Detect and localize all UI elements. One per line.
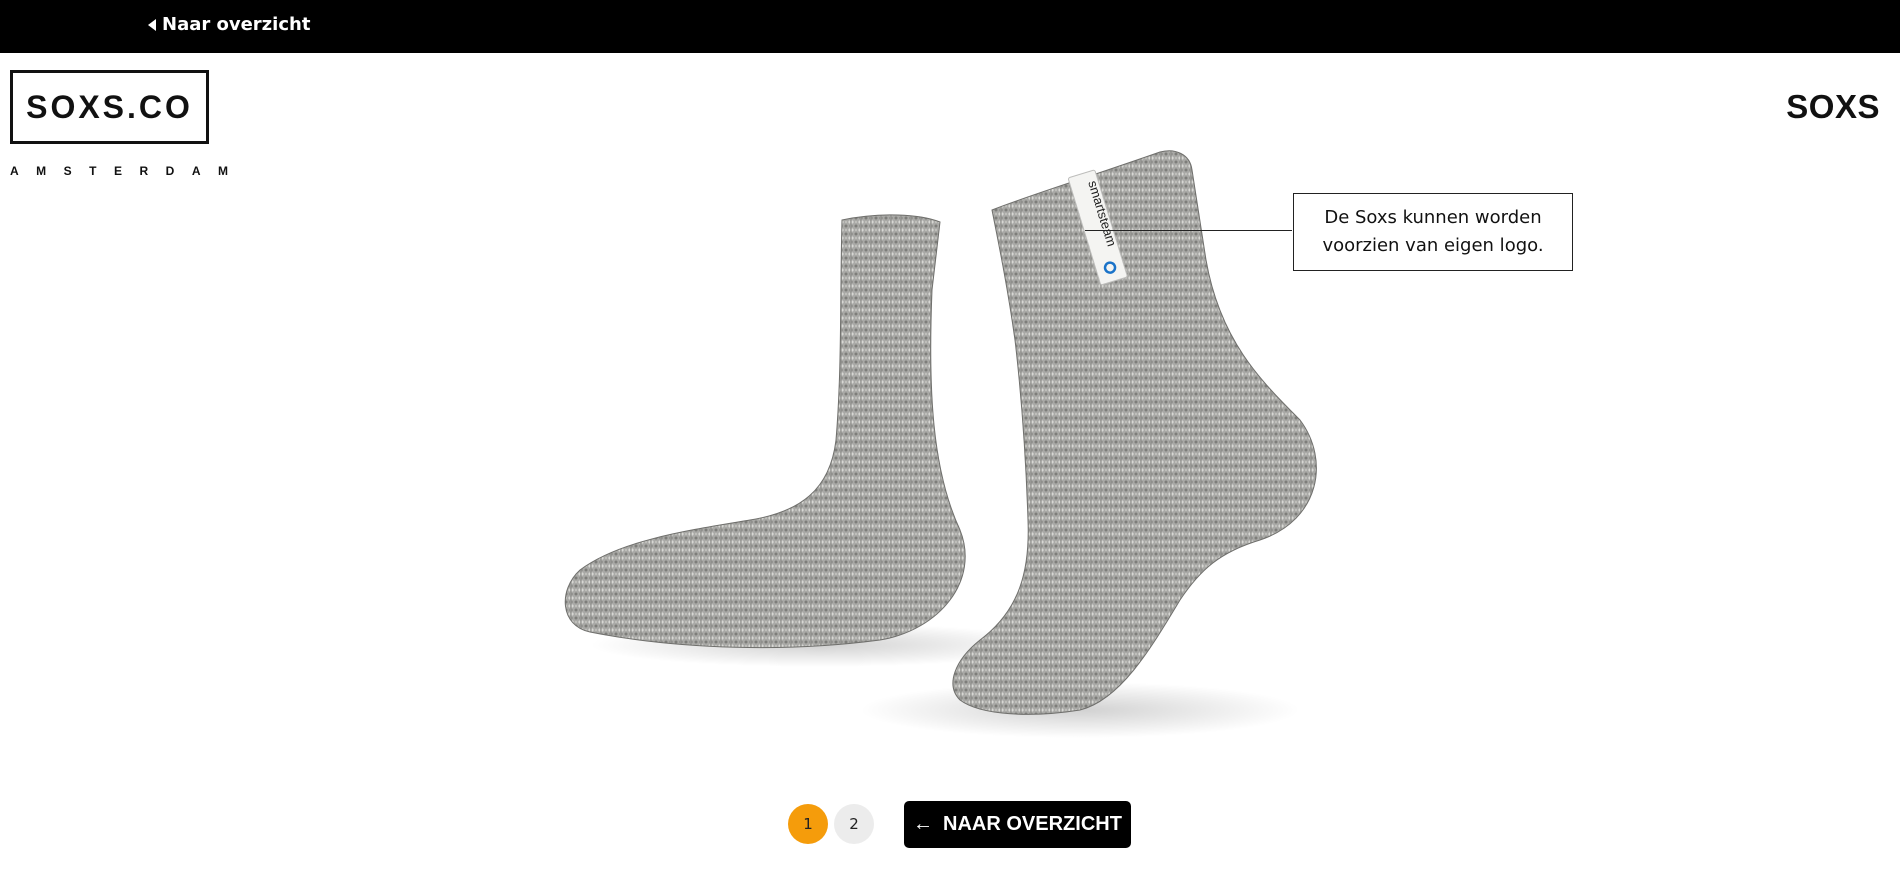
logo-city: AMSTERDAM bbox=[10, 164, 246, 178]
callout-line bbox=[1085, 230, 1292, 231]
logo-callout: De Soxs kunnen worden voorzien van eigen… bbox=[1293, 193, 1573, 271]
socks-illustration: smartsteam bbox=[564, 150, 1317, 738]
back-to-overview-label: NAAR OVERZICHT bbox=[943, 813, 1122, 835]
back-to-overview-button[interactable]: ← NAAR OVERZICHT bbox=[904, 801, 1131, 848]
back-link[interactable]: Naar overzicht bbox=[148, 14, 310, 35]
arrow-left-icon: ← bbox=[913, 813, 934, 835]
page-1-button[interactable]: 1 bbox=[788, 804, 828, 844]
top-bar: Naar overzicht bbox=[0, 0, 1900, 53]
pagination: 1 2 bbox=[788, 804, 874, 844]
back-link-label: Naar overzicht bbox=[162, 14, 311, 35]
product-image: smartsteam bbox=[560, 140, 1400, 760]
logo[interactable]: SOXS.CO AMSTERDAM bbox=[10, 70, 246, 178]
logo-wordmark: SOXS.CO bbox=[10, 70, 209, 144]
caret-left-icon bbox=[148, 18, 156, 31]
page-2-button[interactable]: 2 bbox=[834, 804, 874, 844]
brand-title: SOXS bbox=[1786, 88, 1880, 125]
